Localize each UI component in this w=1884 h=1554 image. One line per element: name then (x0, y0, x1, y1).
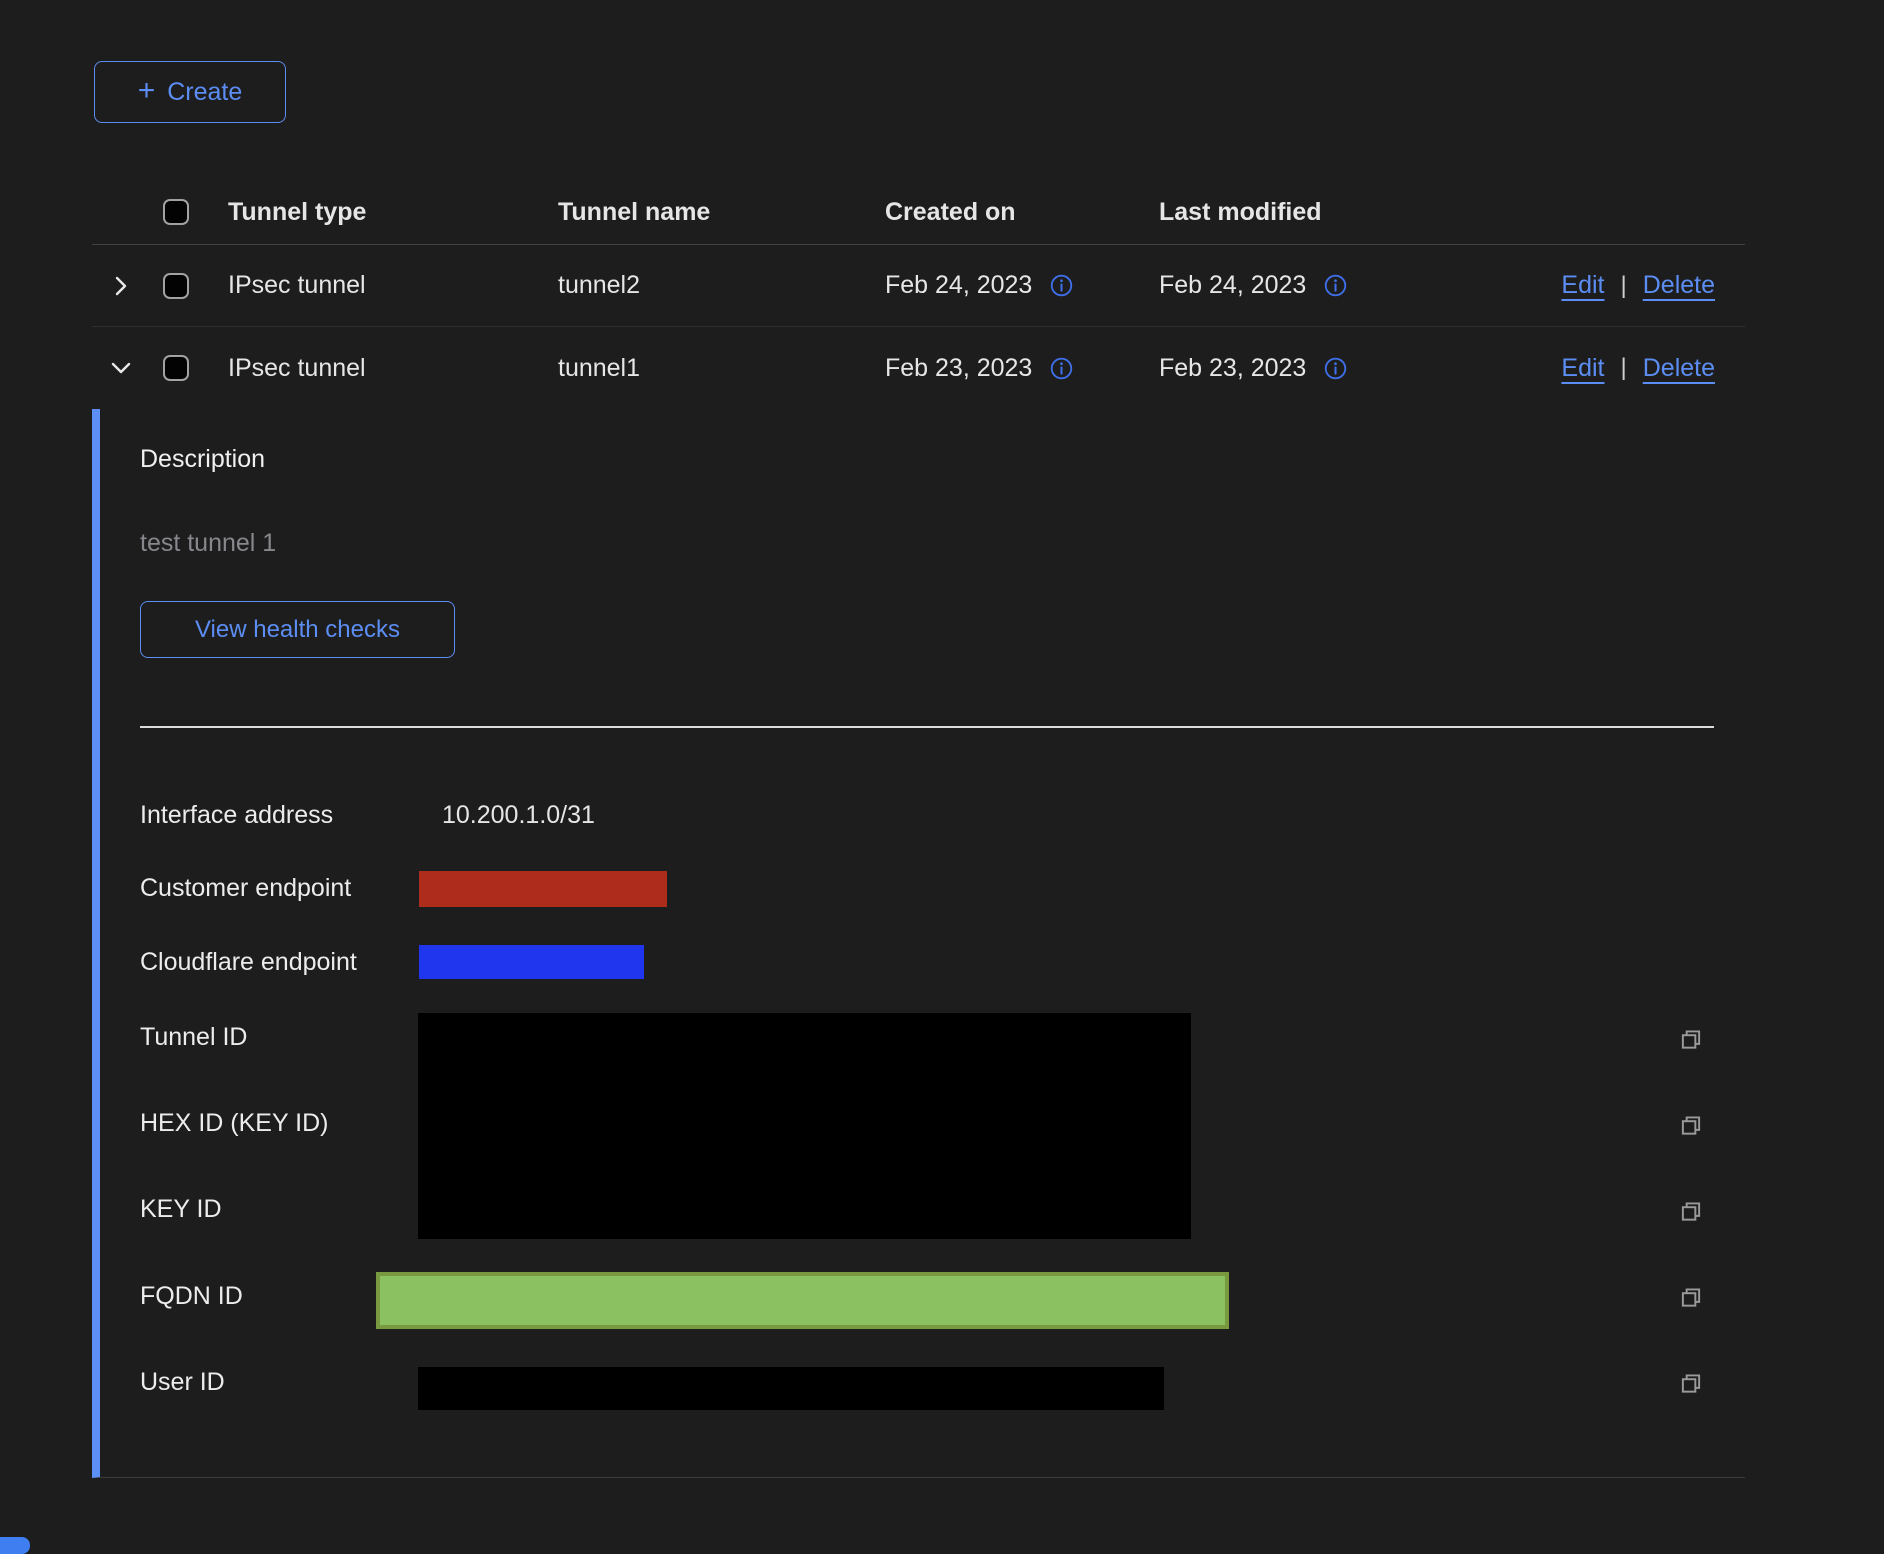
copy-icon (1678, 1026, 1704, 1052)
hex-id-label: HEX ID (KEY ID) (140, 1109, 328, 1138)
create-button[interactable]: + Create (94, 61, 286, 123)
key-id-label: KEY ID (140, 1195, 222, 1224)
chevron-down-icon (108, 355, 134, 381)
info-icon[interactable] (1324, 274, 1347, 297)
copy-icon (1678, 1370, 1704, 1396)
actions-separator: | (1621, 354, 1627, 382)
details-divider (140, 726, 1714, 728)
copy-user-id-button[interactable] (1678, 1370, 1704, 1396)
collapse-row-button[interactable] (108, 355, 134, 381)
customer-endpoint-label: Customer endpoint (140, 874, 351, 903)
header-tunnel-name: Tunnel name (558, 198, 885, 227)
tunnel-name-cell: tunnel2 (558, 271, 885, 300)
cloudflare-endpoint-label: Cloudflare endpoint (140, 948, 357, 977)
last-modified-value: Feb 23, 2023 (1159, 354, 1306, 383)
interface-address-value: 10.200.1.0/31 (442, 801, 595, 830)
expand-row-button[interactable] (108, 273, 134, 299)
chevron-right-icon (108, 273, 134, 299)
create-button-label: Create (167, 78, 242, 107)
copy-fqdn-id-button[interactable] (1678, 1284, 1704, 1310)
row-checkbox[interactable] (163, 355, 189, 381)
fqdn-id-redacted-value (376, 1272, 1229, 1329)
delete-link[interactable]: Delete (1643, 271, 1715, 300)
copy-tunnel-id-button[interactable] (1678, 1026, 1704, 1052)
header-created-on: Created on (885, 198, 1159, 227)
table-row-tunnel1: IPsec tunnel tunnel1 Feb 23, 2023 Feb 23… (92, 327, 1745, 409)
description-value: test tunnel 1 (140, 529, 276, 558)
edit-link[interactable]: Edit (1561, 354, 1604, 383)
info-icon[interactable] (1050, 357, 1073, 380)
copy-key-id-button[interactable] (1678, 1198, 1704, 1224)
header-last-modified: Last modified (1159, 198, 1479, 227)
header-tunnel-type: Tunnel type (228, 198, 558, 227)
table-row-tunnel2: IPsec tunnel tunnel2 Feb 24, 2023 Feb 24… (92, 245, 1745, 327)
edit-link[interactable]: Edit (1561, 271, 1604, 300)
ids-redacted-block (418, 1013, 1191, 1239)
info-icon[interactable] (1324, 357, 1347, 380)
select-all-checkbox[interactable] (163, 199, 189, 225)
actions-separator: | (1621, 272, 1627, 300)
ipsec-tunnels-page: + Create Tunnel type Tunnel name Created… (0, 0, 1884, 1554)
view-health-checks-label: View health checks (195, 616, 400, 644)
copy-icon (1678, 1284, 1704, 1310)
info-icon[interactable] (1050, 274, 1073, 297)
user-id-label: User ID (140, 1368, 225, 1397)
customer-endpoint-redacted-value (419, 871, 667, 907)
created-on-value: Feb 24, 2023 (885, 271, 1032, 300)
fqdn-id-label: FQDN ID (140, 1282, 243, 1311)
tunnels-table: Tunnel type Tunnel name Created on Last … (92, 180, 1745, 409)
description-label: Description (140, 445, 265, 474)
interface-address-label: Interface address (140, 801, 333, 830)
created-on-value: Feb 23, 2023 (885, 354, 1032, 383)
row-checkbox[interactable] (163, 273, 189, 299)
tunnel-type-cell: IPsec tunnel (228, 354, 558, 383)
expanded-tunnel-details: Description test tunnel 1 View health ch… (92, 409, 1745, 1478)
table-header-row: Tunnel type Tunnel name Created on Last … (92, 180, 1745, 245)
copy-icon (1678, 1112, 1704, 1138)
bottom-left-blue-fragment[interactable] (0, 1537, 30, 1554)
cloudflare-endpoint-redacted-value (419, 945, 644, 979)
tunnel-type-cell: IPsec tunnel (228, 271, 558, 300)
user-id-redacted-value (418, 1367, 1164, 1410)
copy-hex-id-button[interactable] (1678, 1112, 1704, 1138)
tunnel-name-cell: tunnel1 (558, 354, 885, 383)
copy-icon (1678, 1198, 1704, 1224)
delete-link[interactable]: Delete (1643, 354, 1715, 383)
tunnel-id-label: Tunnel ID (140, 1023, 247, 1052)
view-health-checks-button[interactable]: View health checks (140, 601, 455, 658)
last-modified-value: Feb 24, 2023 (1159, 271, 1306, 300)
plus-icon: + (138, 76, 156, 106)
